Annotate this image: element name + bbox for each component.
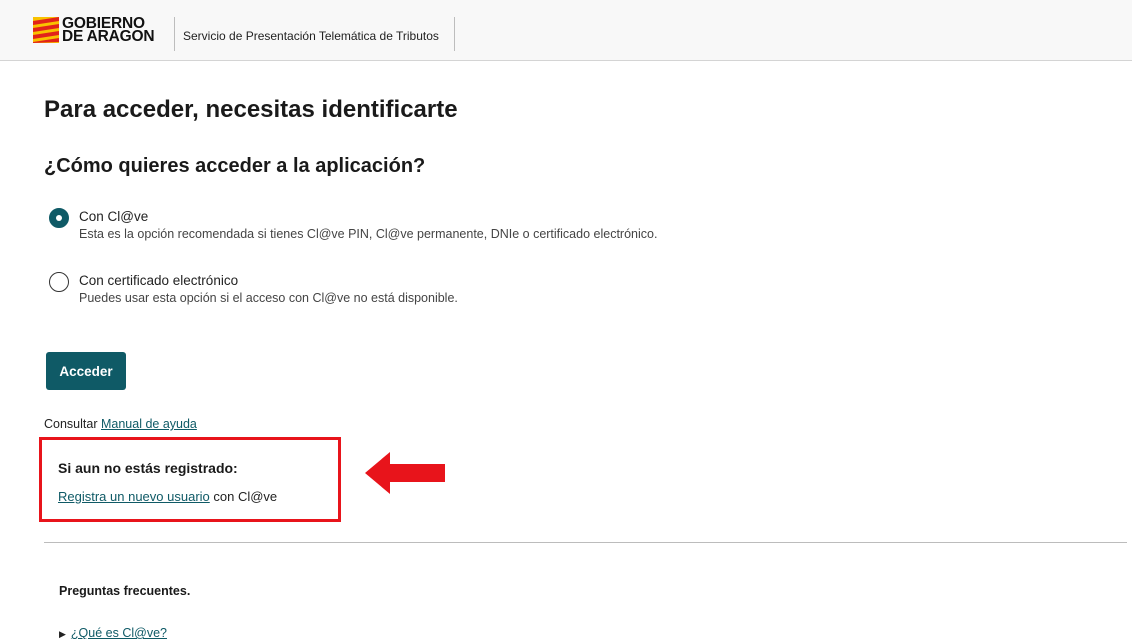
register-suffix: con Cl@ve bbox=[209, 489, 278, 504]
radio-certificado[interactable] bbox=[49, 272, 69, 292]
register-title: Si aun no estás registrado: bbox=[58, 460, 238, 476]
faq-title: Preguntas frecuentes. bbox=[59, 584, 191, 598]
register-highlight-box: Si aun no estás registrado: Registra un … bbox=[39, 437, 341, 522]
logo-text: GOBIERNO DE ARAGON bbox=[62, 16, 155, 45]
service-title: Servicio de Presentación Telemática de T… bbox=[183, 29, 439, 43]
help-line: Consultar Manual de ayuda bbox=[44, 417, 197, 431]
option-clave-label[interactable]: Con Cl@ve bbox=[79, 209, 148, 224]
page-title: Para acceder, necesitas identificarte bbox=[44, 96, 458, 123]
aragon-flag-icon bbox=[33, 17, 59, 43]
option-certificado-label[interactable]: Con certificado electrónico bbox=[79, 273, 238, 288]
radio-clave-selected[interactable] bbox=[49, 208, 69, 228]
triangle-right-icon[interactable]: ▶ bbox=[59, 629, 66, 639]
acceder-button[interactable]: Acceder bbox=[46, 352, 126, 390]
option-certificado-description: Puedes usar esta opción si el acceso con… bbox=[79, 291, 458, 305]
page: GOBIERNO DE ARAGON Servicio de Presentac… bbox=[0, 0, 1132, 639]
manual-ayuda-link[interactable]: Manual de ayuda bbox=[101, 417, 197, 431]
help-prefix: Consultar bbox=[44, 417, 98, 431]
option-clave-description: Esta es la opción recomendada si tienes … bbox=[79, 227, 658, 241]
logo-line2: DE ARAGON bbox=[62, 28, 155, 45]
red-arrow-icon bbox=[365, 452, 445, 494]
header: GOBIERNO DE ARAGON Servicio de Presentac… bbox=[0, 0, 1132, 61]
section-divider bbox=[44, 542, 1127, 543]
access-question: ¿Cómo quieres acceder a la aplicación? bbox=[44, 155, 426, 177]
register-new-user-link[interactable]: Registra un nuevo usuario bbox=[58, 489, 210, 504]
faq-que-es-clave-link[interactable]: ¿Qué es Cl@ve? bbox=[71, 626, 167, 639]
register-line: Registra un nuevo usuario con Cl@ve bbox=[58, 489, 277, 504]
faq-item[interactable]: ▶ ¿Qué es Cl@ve? bbox=[59, 626, 167, 639]
gobierno-aragon-logo[interactable]: GOBIERNO DE ARAGON bbox=[33, 16, 163, 47]
header-divider bbox=[174, 17, 175, 51]
header-divider bbox=[454, 17, 455, 51]
